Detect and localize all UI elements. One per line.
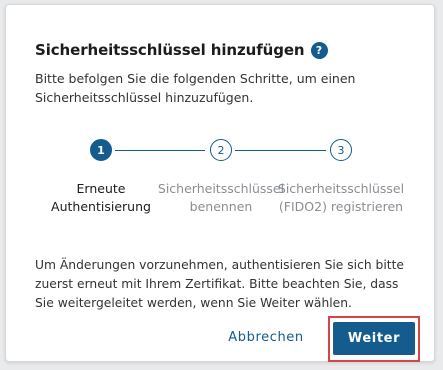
step-3-label: Sicherheitsschlüssel (FIDO2) registriere… xyxy=(277,181,405,214)
step-2-indicator: 2 xyxy=(210,139,232,161)
cancel-button[interactable]: Abbrechen xyxy=(219,323,313,351)
dialog-title: Sicherheitsschlüssel hinzufügen xyxy=(35,41,305,59)
step-2-label: Sicherheitsschlüssel benennen xyxy=(157,181,285,214)
next-button[interactable]: Weiter xyxy=(333,322,415,355)
intro-text: Bitte befolgen Sie die folgenden Schritt… xyxy=(35,71,356,105)
info-text: Um Änderungen vorzunehmen, authentisiere… xyxy=(35,258,404,310)
add-security-key-dialog: Sicherheitsschlüssel hinzufügen ? Bitte … xyxy=(5,4,435,362)
step-connector-1-2 xyxy=(115,150,205,151)
step-3-indicator: 3 xyxy=(330,139,352,161)
step-1-label: Erneute Authentisierung xyxy=(51,181,151,214)
step-connector-2-3 xyxy=(235,150,326,151)
step-1-indicator: 1 xyxy=(90,139,112,161)
stepper: 1 2 3 Erneute Authentisierung Sicherheit… xyxy=(6,139,436,239)
dialog-header: Sicherheitsschlüssel hinzufügen ? xyxy=(35,41,328,59)
help-icon[interactable]: ? xyxy=(310,41,328,59)
